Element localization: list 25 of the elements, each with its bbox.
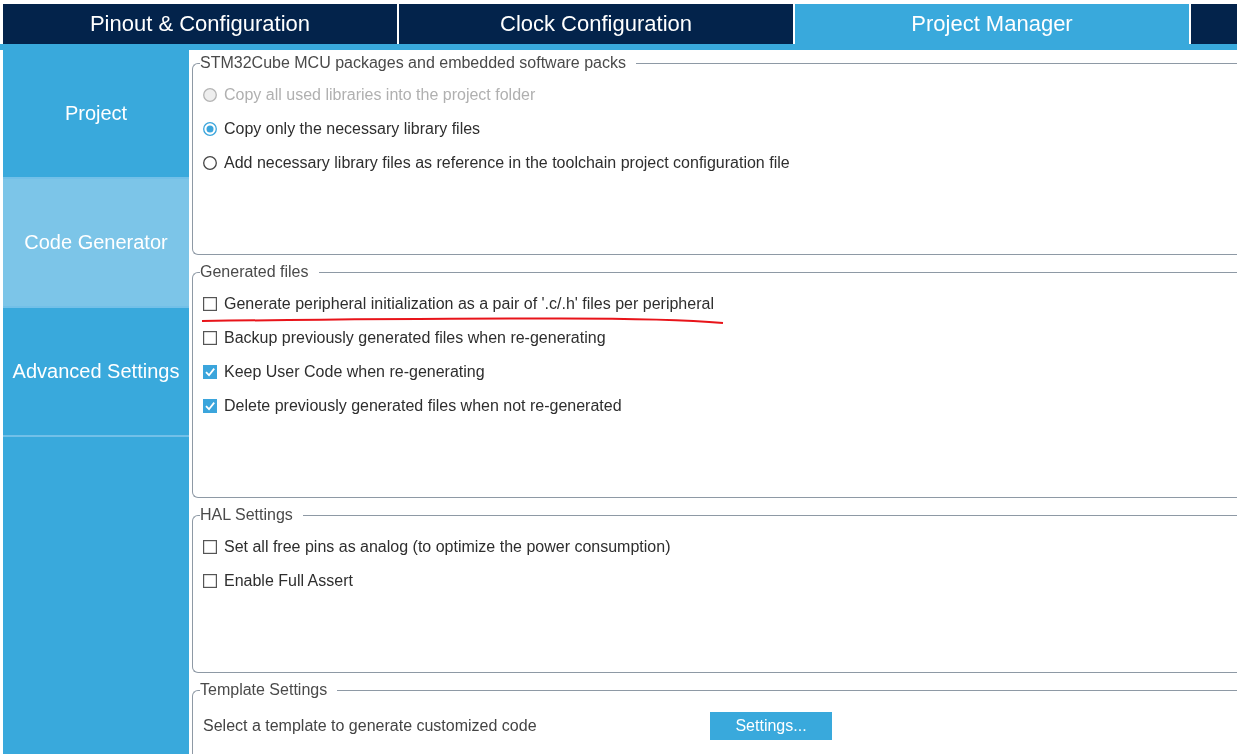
option-label: Copy all used libraries into the project folder: [224, 86, 536, 104]
group-title: HAL Settings: [200, 506, 294, 524]
checkbox[interactable]: [203, 574, 217, 588]
group-title: Template Settings: [200, 681, 329, 699]
checkbox[interactable]: [203, 331, 217, 345]
option-label: Enable Full Assert: [224, 572, 353, 590]
option-label: Set all free pins as analog (to optimize the power consumption): [224, 538, 671, 556]
settings-button[interactable]: Settings...: [710, 712, 832, 740]
option-label: Keep User Code when re-generating: [224, 363, 485, 381]
option-label: Generate peripheral initialization as a pair of '.c/.h' files per peripheral: [224, 295, 714, 313]
tab[interactable]: Project Manager: [795, 4, 1191, 44]
group-title: STM32Cube MCU packages and embedded software packs: [200, 54, 627, 72]
checkbox[interactable]: [203, 365, 217, 379]
sidebar-item[interactable]: Code Generator: [3, 179, 189, 308]
option-label: Backup previously generated files when re-generating: [224, 329, 606, 347]
checkbox[interactable]: [203, 540, 217, 554]
option-label: Add necessary library files as reference in the toolchain project configuration file: [224, 154, 790, 172]
template-description: Select a template to generate customized code: [203, 717, 537, 735]
radio-button[interactable]: [203, 122, 217, 136]
checkbox[interactable]: [203, 297, 217, 311]
checkbox[interactable]: [203, 399, 217, 413]
option-label: Delete previously generated files when not re-generated: [224, 397, 622, 415]
radio-button[interactable]: [203, 156, 217, 170]
group-title: Generated files: [200, 263, 310, 281]
option-label: Copy only the necessary library files: [224, 120, 481, 138]
